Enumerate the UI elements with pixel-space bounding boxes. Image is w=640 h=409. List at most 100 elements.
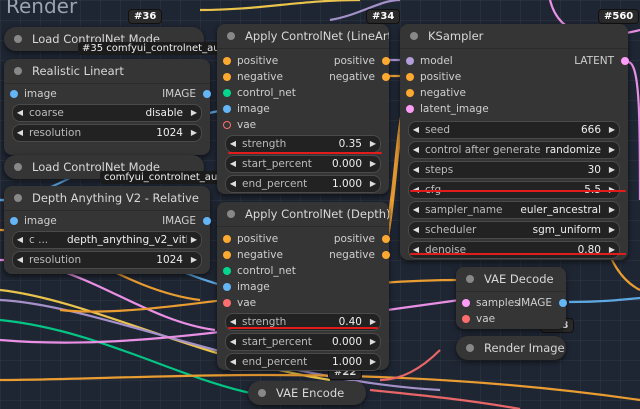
arrow-left-icon[interactable]: ◀ [226, 136, 240, 152]
conditioning-socket-icon[interactable] [223, 251, 231, 259]
node-graph-canvas[interactable]: Render #36 #34 #560 #22 #38 Load Control… [0, 0, 640, 409]
collapse-dot-icon[interactable] [14, 35, 22, 43]
conditioning-socket-icon[interactable] [223, 235, 231, 243]
input-slot-control-net[interactable]: control_net [217, 85, 389, 101]
seed-number[interactable]: ◀ seed 666 ▶ [408, 121, 620, 139]
input-slot-vae[interactable]: vae [217, 295, 389, 311]
arrow-right-icon[interactable]: ▶ [366, 156, 380, 172]
arrow-left-icon[interactable]: ◀ [409, 242, 423, 258]
arrow-right-icon[interactable]: ▶ [187, 252, 201, 268]
node-apply-controlnet-depth[interactable]: Apply ControlNet (Depth) positive positi… [217, 202, 390, 371]
conditioning-socket-icon[interactable] [406, 89, 414, 97]
arrow-right-icon[interactable]: ▶ [187, 105, 201, 121]
arrow-left-icon[interactable]: ◀ [409, 122, 423, 138]
node-apply-controlnet-lineart[interactable]: Apply ControlNet (LineArt) positive posi… [217, 24, 390, 194]
node-ksampler[interactable]: KSampler model LATENT positive negative … [400, 24, 629, 260]
end-percent-number[interactable]: ◀ end_percent 1.000 ▶ [225, 353, 381, 371]
node-vae-decode[interactable]: VAE Decode samples IMAGE vae [456, 267, 567, 329]
arrow-left-icon[interactable]: ◀ [226, 354, 240, 370]
conditioning-socket-icon[interactable] [223, 73, 231, 81]
input-slot-image[interactable]: image [217, 101, 389, 117]
arrow-left-icon[interactable]: ◀ [226, 176, 240, 192]
arrow-left-icon[interactable]: ◀ [13, 252, 27, 268]
arrow-left-icon[interactable]: ◀ [13, 232, 27, 248]
input-slot-vae[interactable]: vae [217, 117, 389, 133]
input-slot-latent-image[interactable]: latent_image [400, 101, 628, 117]
arrow-left-icon[interactable]: ◀ [409, 162, 423, 178]
conditioning-output-socket-icon[interactable] [382, 73, 390, 81]
collapse-dot-icon[interactable] [14, 67, 22, 75]
conditioning-output-socket-icon[interactable] [382, 235, 390, 243]
vae-socket-icon[interactable] [223, 299, 231, 307]
strength-number[interactable]: ◀ strength 0.35 ▶ [225, 135, 381, 153]
arrow-left-icon[interactable]: ◀ [13, 105, 27, 121]
conditioning-socket-icon[interactable] [406, 73, 414, 81]
latent-socket-icon[interactable] [406, 105, 414, 113]
arrow-right-icon[interactable]: ▶ [605, 242, 619, 258]
collapse-dot-icon[interactable] [466, 275, 474, 283]
steps-number[interactable]: ◀ steps 30 ▶ [408, 161, 620, 179]
input-slot-image[interactable]: image IMAGE [4, 86, 211, 102]
input-slot-negative[interactable]: negative negative [217, 69, 390, 85]
arrow-right-icon[interactable]: ▶ [605, 162, 619, 178]
arrow-left-icon[interactable]: ◀ [409, 142, 423, 158]
arrow-right-icon[interactable]: ▶ [187, 232, 201, 248]
input-slot-negative[interactable]: negative negative [217, 247, 390, 263]
control-after-generate-combo[interactable]: ◀ control after generate randomize ▶ [408, 141, 620, 159]
arrow-left-icon[interactable]: ◀ [409, 222, 423, 238]
image-socket-icon[interactable] [10, 217, 18, 225]
input-slot-vae[interactable]: vae [456, 311, 566, 327]
arrow-right-icon[interactable]: ▶ [366, 136, 380, 152]
scheduler-combo[interactable]: ◀ scheduler sgm_uniform ▶ [408, 221, 620, 239]
image-output-socket-icon[interactable] [203, 90, 211, 98]
image-socket-icon[interactable] [223, 105, 231, 113]
input-slot-negative[interactable]: negative [400, 85, 628, 101]
input-slot-positive[interactable]: positive [400, 69, 628, 85]
collapse-dot-icon[interactable] [227, 210, 235, 218]
collapse-dot-icon[interactable] [410, 32, 418, 40]
arrow-right-icon[interactable]: ▶ [605, 142, 619, 158]
input-slot-positive[interactable]: positive positive [217, 53, 390, 69]
arrow-right-icon[interactable]: ▶ [366, 354, 380, 370]
ckpt-name-combo[interactable]: ◀ c ... depth_anything_v2_vitl.pth ▶ [12, 231, 202, 249]
arrow-right-icon[interactable]: ▶ [366, 334, 380, 350]
image-socket-icon[interactable] [10, 90, 18, 98]
node-realistic-lineart[interactable]: Realistic Lineart image IMAGE ◀ coarse d… [4, 59, 211, 155]
conditioning-output-socket-icon[interactable] [382, 57, 390, 65]
conditioning-output-socket-icon[interactable] [382, 251, 390, 259]
input-slot-image[interactable]: image [217, 279, 389, 295]
input-slot-control-net[interactable]: control_net [217, 263, 389, 279]
coarse-combo[interactable]: ◀ coarse disable ▶ [12, 104, 202, 122]
arrow-left-icon[interactable]: ◀ [226, 334, 240, 350]
arrow-left-icon[interactable]: ◀ [13, 125, 27, 141]
collapse-dot-icon[interactable] [14, 163, 22, 171]
node-vae-encode[interactable]: VAE Encode [248, 381, 366, 405]
node-depth-anything[interactable]: Depth Anything V2 - Relative image IMAGE… [4, 186, 211, 274]
resolution-number[interactable]: ◀ resolution 1024 ▶ [12, 124, 202, 142]
vae-socket-icon[interactable] [462, 315, 470, 323]
collapse-dot-icon[interactable] [258, 389, 266, 397]
arrow-right-icon[interactable]: ▶ [605, 122, 619, 138]
vae-socket-icon[interactable] [223, 121, 231, 129]
resolution-number[interactable]: ◀ resolution 1024 ▶ [12, 251, 202, 269]
denoise-number[interactable]: ◀ denoise 0.80 ▶ [408, 241, 620, 259]
latent-output-socket-icon[interactable] [621, 57, 629, 65]
input-slot-model[interactable]: model LATENT [400, 53, 629, 69]
input-slot-positive[interactable]: positive positive [217, 231, 390, 247]
arrow-left-icon[interactable]: ◀ [226, 156, 240, 172]
node-render-image[interactable]: Render Image [456, 336, 566, 360]
conditioning-socket-icon[interactable] [223, 57, 231, 65]
start-percent-number[interactable]: ◀ start_percent 0.000 ▶ [225, 333, 381, 351]
arrow-right-icon[interactable]: ▶ [605, 222, 619, 238]
arrow-right-icon[interactable]: ▶ [366, 176, 380, 192]
end-percent-number[interactable]: ◀ end_percent 1.000 ▶ [225, 175, 381, 193]
collapse-dot-icon[interactable] [466, 344, 474, 352]
latent-socket-icon[interactable] [462, 299, 470, 307]
input-slot-samples[interactable]: samples IMAGE [456, 295, 567, 311]
arrow-left-icon[interactable]: ◀ [409, 202, 423, 218]
model-socket-icon[interactable] [406, 57, 414, 65]
controlnet-socket-icon[interactable] [223, 89, 231, 97]
image-output-socket-icon[interactable] [203, 217, 211, 225]
arrow-right-icon[interactable]: ▶ [187, 125, 201, 141]
start-percent-number[interactable]: ◀ start_percent 0.000 ▶ [225, 155, 381, 173]
